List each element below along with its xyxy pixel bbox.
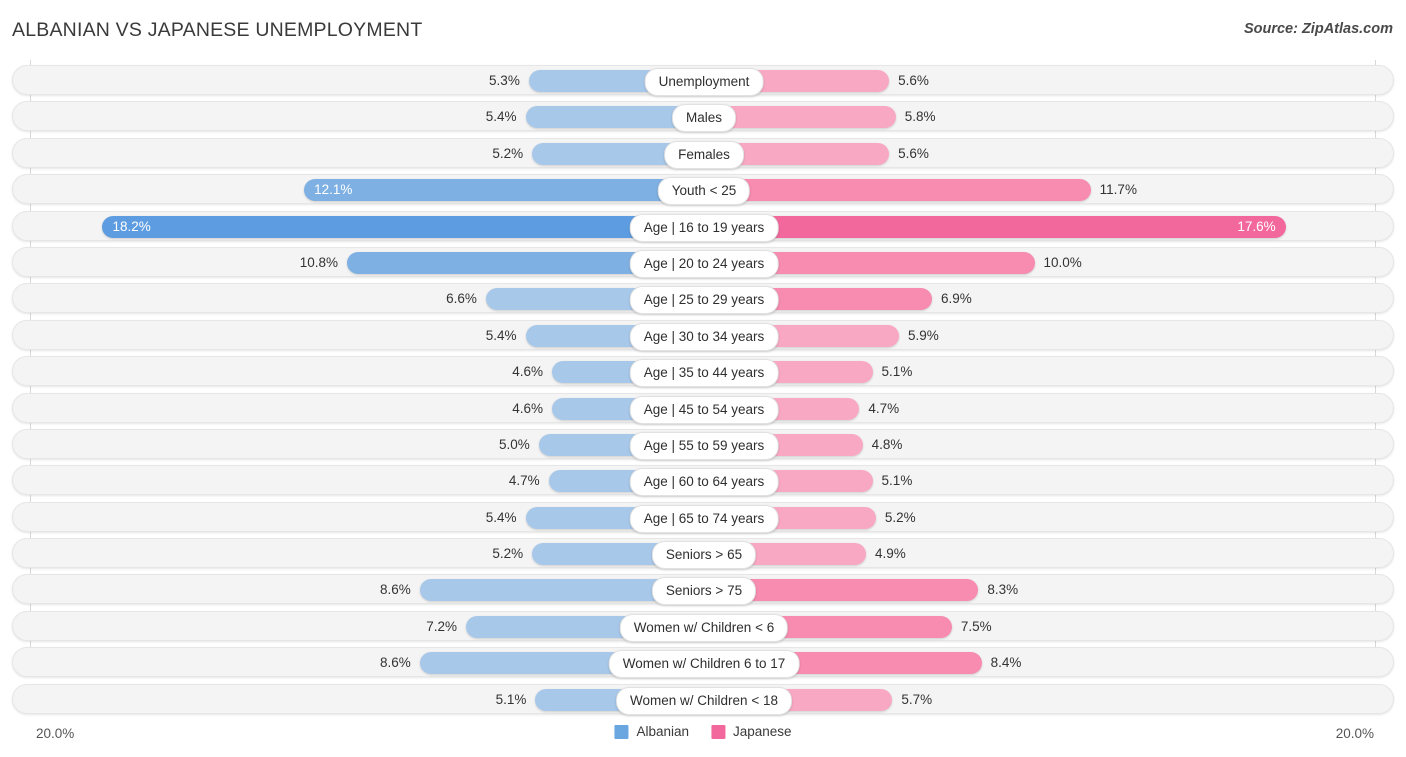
bar-value-japanese: 4.9% — [874, 546, 906, 562]
row-category-label: Males — [671, 104, 737, 133]
row-category-label: Age | 45 to 54 years — [629, 395, 779, 424]
bar-value-albanian: 5.2% — [492, 145, 524, 161]
row-category-label: Women w/ Children < 6 — [619, 613, 789, 642]
bar-value-albanian: 8.6% — [379, 655, 411, 671]
bar-value-albanian: 4.6% — [512, 400, 543, 416]
table-row[interactable]: 5.4% 5.8% Males — [12, 101, 1394, 133]
bar-value-japanese: 17.6% — [1237, 218, 1276, 234]
table-row[interactable]: 18.2% 17.6% Age | 16 to 19 years — [12, 210, 1394, 242]
plot-area: 5.3% 5.6% Unemployment 5.4% 5.8% Males 5.2% 5.6… — [0, 60, 1406, 715]
row-category-label: Age | 60 to 64 years — [629, 468, 779, 497]
legend-swatch-icon — [614, 724, 629, 739]
page-title: ALBANIAN VS JAPANESE UNEMPLOYMENT — [12, 19, 423, 41]
bar-value-albanian: 5.1% — [495, 691, 527, 707]
table-row[interactable]: 4.7% 5.1% Age | 60 to 64 years — [12, 465, 1394, 497]
bar-value-albanian: 12.1% — [314, 182, 353, 198]
bar-value-japanese: 5.6% — [898, 73, 929, 88]
bar-albanian[interactable]: 12.1% — [304, 179, 704, 202]
bar-rows: 5.3% 5.6% Unemployment 5.4% 5.8% Males 5.2% 5.6… — [12, 65, 1394, 720]
bar-value-japanese: 6.9% — [941, 291, 972, 307]
row-category-label: Age | 25 to 29 years — [629, 286, 779, 315]
table-row[interactable]: 5.3% 5.6% Unemployment — [12, 65, 1394, 96]
row-category-label: Age | 20 to 24 years — [629, 249, 779, 278]
table-row[interactable]: 5.4% 5.2% Age | 65 to 74 years — [12, 501, 1394, 533]
bar-value-albanian: 10.8% — [299, 254, 339, 270]
table-row[interactable]: 5.2% 5.6% Females — [12, 137, 1394, 169]
table-row[interactable]: 5.4% 5.9% Age | 30 to 34 years — [12, 319, 1394, 351]
bar-value-albanian: 5.0% — [498, 436, 530, 452]
axis-max-label-left: 20.0% — [36, 726, 75, 741]
bar-value-japanese: 4.7% — [868, 400, 900, 416]
row-category-label: Age | 16 to 19 years — [629, 213, 779, 242]
table-row[interactable]: 7.2% 7.5% Women w/ Children < 6 — [12, 610, 1394, 642]
bar-value-albanian: 4.7% — [508, 473, 540, 489]
table-row[interactable]: 6.6% 6.9% Age | 25 to 29 years — [12, 283, 1394, 315]
bar-value-albanian: 5.3% — [489, 73, 520, 88]
bar-value-japanese: 5.2% — [884, 509, 916, 525]
table-row[interactable]: 8.6% 8.3% Seniors > 75 — [12, 574, 1394, 606]
table-row[interactable]: 10.8% 10.0% Age | 20 to 24 years — [12, 246, 1394, 278]
bar-value-japanese: 11.7% — [1099, 182, 1137, 198]
chart-legend: Albanian Japanese — [614, 724, 792, 739]
row-category-label: Age | 35 to 44 years — [629, 359, 779, 388]
table-row[interactable]: 12.1% 11.7% Youth < 25 — [12, 174, 1394, 206]
table-row[interactable]: 4.6% 4.7% Age | 45 to 54 years — [12, 392, 1394, 424]
row-category-label: Seniors > 75 — [651, 577, 757, 606]
bar-value-albanian: 5.4% — [485, 327, 517, 343]
bar-value-albanian: 5.4% — [485, 509, 517, 525]
bar-value-albanian: 7.2% — [426, 618, 458, 634]
bar-value-japanese: 8.3% — [987, 582, 1019, 598]
row-category-label: Women w/ Children 6 to 17 — [608, 650, 800, 679]
bar-value-japanese: 5.9% — [907, 327, 939, 343]
chart-page: ALBANIAN VS JAPANESE UNEMPLOYMENT Source… — [0, 0, 1406, 757]
bar-value-japanese: 10.0% — [1043, 254, 1082, 270]
bar-value-japanese: 5.8% — [904, 109, 936, 125]
source-attribution: Source: ZipAtlas.com — [1243, 21, 1393, 37]
row-category-label: Age | 65 to 74 years — [629, 504, 779, 533]
legend-swatch-icon — [710, 724, 725, 739]
table-row[interactable]: 5.2% 4.9% Seniors > 65 — [12, 538, 1394, 570]
legend-label: Japanese — [732, 724, 792, 739]
bar-value-albanian: 5.4% — [485, 109, 517, 125]
bar-value-japanese: 5.6% — [898, 145, 929, 161]
bar-value-albanian: 8.6% — [379, 582, 411, 598]
bar-albanian[interactable]: 18.2% — [102, 215, 704, 238]
legend-item[interactable]: Albanian — [614, 724, 689, 739]
bar-value-japanese: 7.5% — [960, 618, 992, 634]
table-row[interactable]: 5.1% 5.7% Women w/ Children < 18 — [12, 683, 1394, 715]
bar-japanese[interactable]: 17.6% — [704, 215, 1286, 238]
bar-value-japanese: 8.4% — [990, 655, 1022, 671]
row-category-label: Youth < 25 — [657, 177, 751, 206]
bar-value-albanian: 18.2% — [112, 218, 151, 234]
table-row[interactable]: 4.6% 5.1% Age | 35 to 44 years — [12, 356, 1394, 388]
row-category-label: Seniors > 65 — [651, 541, 757, 570]
chart-footer: 20.0% 20.0% Albanian Japanese — [0, 715, 1406, 757]
row-category-label: Women w/ Children < 18 — [616, 686, 792, 715]
table-row[interactable]: 8.6% 8.4% Women w/ Children 6 to 17 — [12, 647, 1394, 679]
table-row[interactable]: 5.0% 4.8% Age | 55 to 59 years — [12, 428, 1394, 460]
bar-value-albanian: 4.6% — [512, 364, 543, 380]
legend-item[interactable]: Japanese — [710, 724, 792, 739]
bar-value-japanese: 5.1% — [881, 364, 913, 380]
bar-value-japanese: 5.1% — [881, 473, 913, 489]
bar-value-albanian: 6.6% — [446, 291, 477, 307]
row-category-label: Females — [664, 140, 744, 169]
bar-value-japanese: 4.8% — [871, 436, 903, 452]
row-category-label: Age | 55 to 59 years — [629, 431, 779, 460]
bar-value-albanian: 5.2% — [492, 546, 524, 562]
chart-header: ALBANIAN VS JAPANESE UNEMPLOYMENT Source… — [0, 0, 1406, 60]
bar-value-japanese: 5.7% — [901, 691, 933, 707]
bar-japanese[interactable]: 11.7% — [704, 179, 1137, 202]
axis-max-label-right: 20.0% — [1335, 726, 1374, 741]
row-category-label: Unemployment — [644, 68, 764, 96]
legend-label: Albanian — [636, 724, 689, 739]
row-category-label: Age | 30 to 34 years — [629, 322, 779, 351]
